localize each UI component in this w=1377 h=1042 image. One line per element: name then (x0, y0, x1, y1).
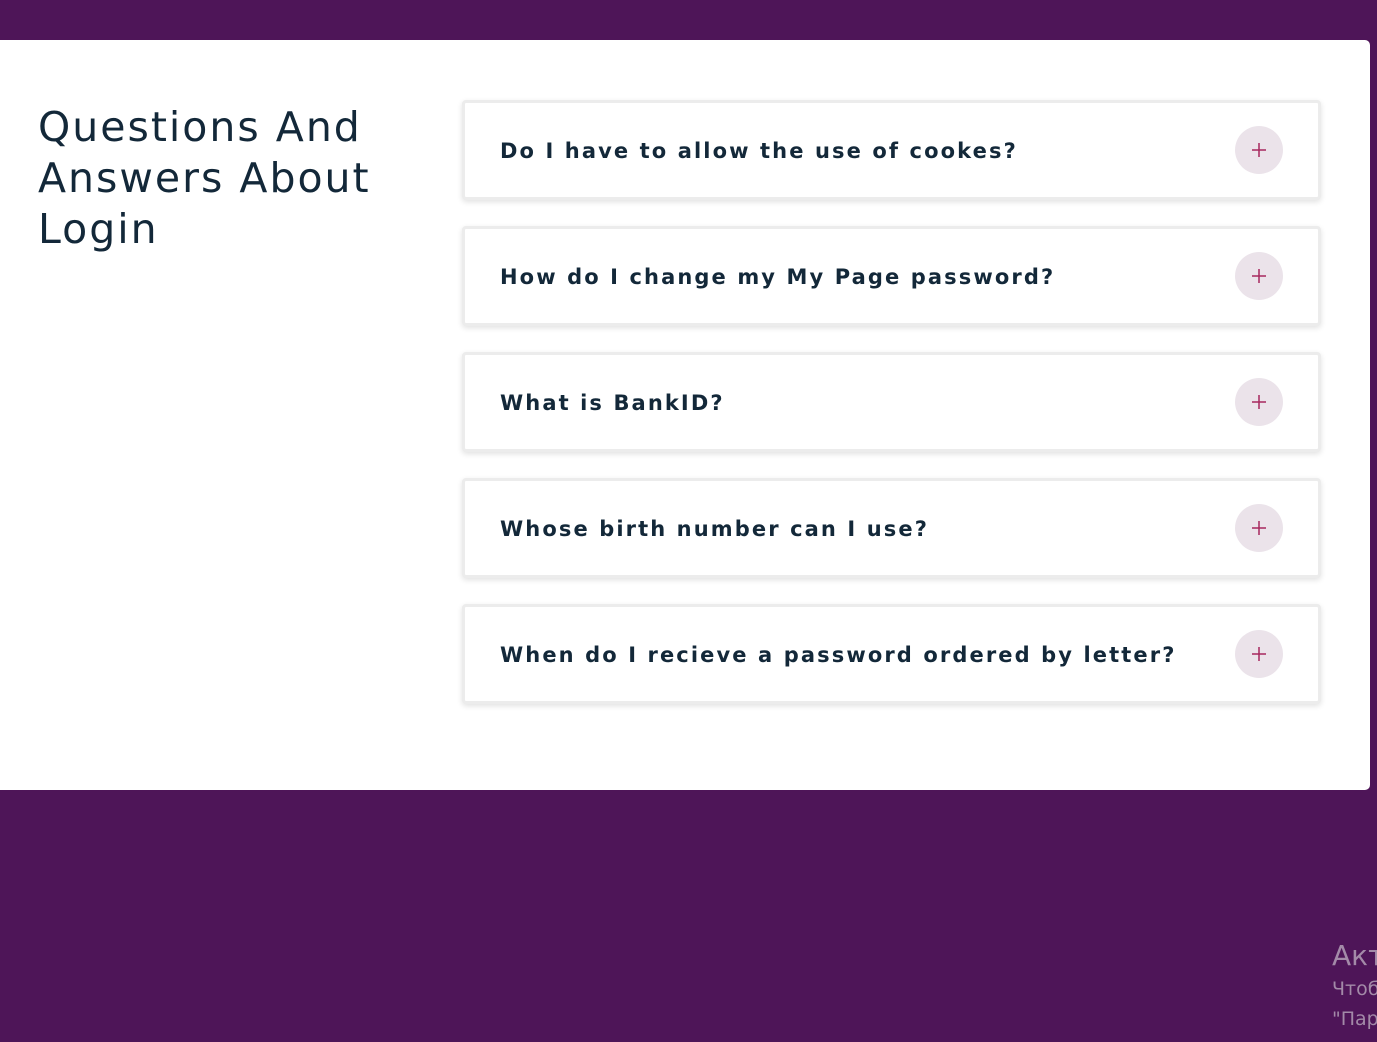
faq-item-password-letter[interactable]: When do I recieve a password ordered by … (462, 604, 1321, 704)
faq-list: Do I have to allow the use of cookes? Ho… (462, 100, 1321, 730)
expand-button[interactable] (1235, 630, 1283, 678)
activation-watermark: Акт Чтоб "Пар (1332, 938, 1377, 1034)
page-title: Questions And Answers About Login (38, 103, 371, 253)
faq-question: When do I recieve a password ordered by … (500, 643, 1177, 667)
faq-question: How do I change my My Page password? (500, 265, 1056, 289)
plus-icon (1252, 521, 1266, 535)
plus-icon (1252, 143, 1266, 157)
faq-section: Questions And Answers About Login Do I h… (0, 40, 1370, 790)
watermark-line: Чтоб (1332, 978, 1377, 1000)
plus-icon (1252, 647, 1266, 661)
faq-item-change-password[interactable]: How do I change my My Page password? (462, 226, 1321, 326)
watermark-title: Акт (1332, 939, 1377, 972)
plus-icon (1252, 269, 1266, 283)
expand-button[interactable] (1235, 126, 1283, 174)
faq-question: Whose birth number can I use? (500, 517, 929, 541)
expand-button[interactable] (1235, 378, 1283, 426)
expand-button[interactable] (1235, 504, 1283, 552)
faq-item-birth-number[interactable]: Whose birth number can I use? (462, 478, 1321, 578)
faq-item-cookies[interactable]: Do I have to allow the use of cookes? (462, 100, 1321, 200)
plus-icon (1252, 395, 1266, 409)
faq-question: What is BankID? (500, 391, 725, 415)
faq-item-bankid[interactable]: What is BankID? (462, 352, 1321, 452)
watermark-line: "Пар (1332, 1008, 1377, 1030)
faq-question: Do I have to allow the use of cookes? (500, 139, 1018, 163)
expand-button[interactable] (1235, 252, 1283, 300)
